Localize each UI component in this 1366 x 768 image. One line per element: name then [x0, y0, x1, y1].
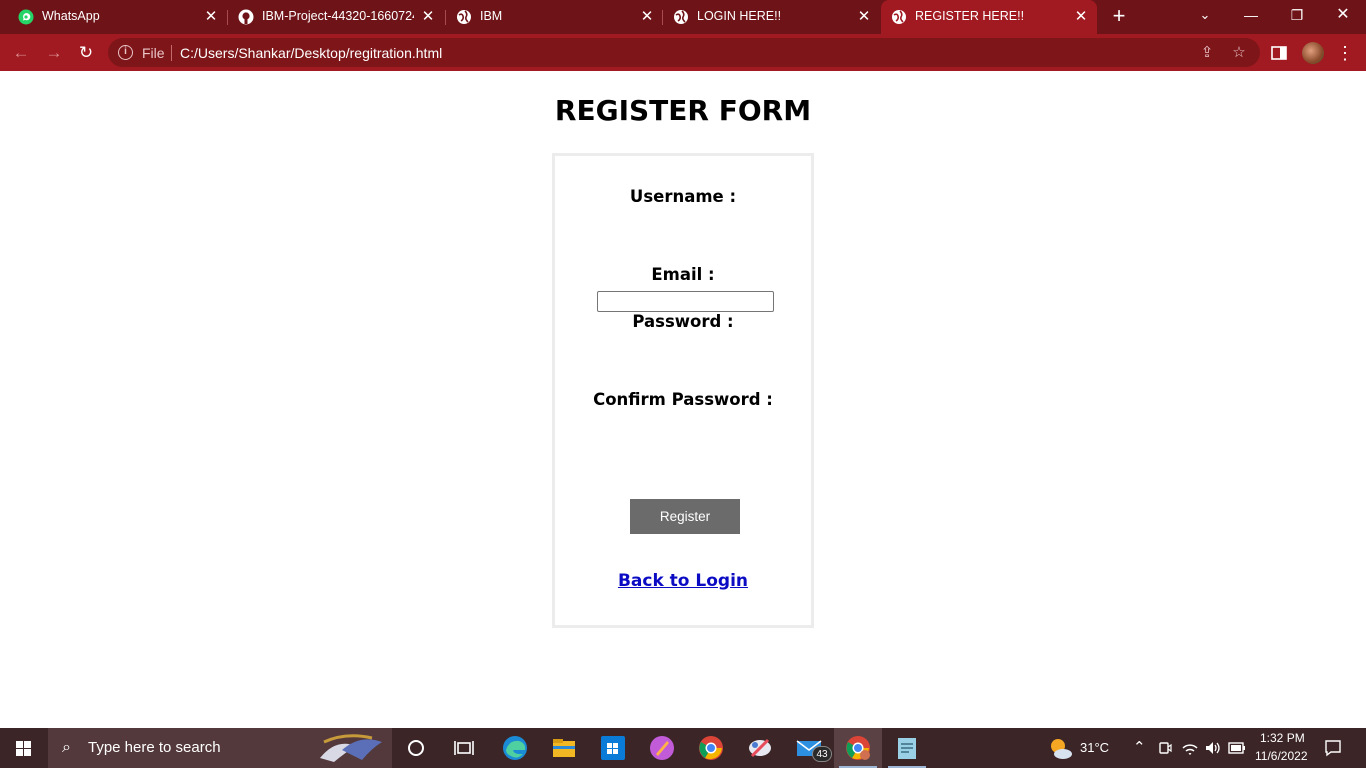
close-tab-icon[interactable]: ✕ [639, 9, 655, 25]
mail-unread-badge: 43 [812, 746, 832, 762]
reload-button[interactable]: ↻ [75, 42, 97, 64]
register-form: Username : Email : Password : Confirm Pa… [552, 153, 814, 628]
taskbar-search-box[interactable]: ⌕ Type here to search [48, 728, 392, 768]
globe-icon [457, 10, 471, 24]
password-label: Password : [632, 312, 734, 331]
tab-github[interactable]: IBM-Project-44320-16607240 ✕ [228, 0, 446, 34]
tab-title: REGISTER HERE!! [915, 9, 1025, 23]
search-icon: ⌕ [62, 739, 71, 756]
weather-sun-cloud-icon[interactable] [1048, 737, 1074, 761]
minimize-button[interactable]: — [1228, 0, 1274, 30]
browser-toolbar: ← → ↻ i File C:/Users/Shankar/Desktop/re… [0, 34, 1366, 71]
chevron-up-icon[interactable]: ⌃ [1133, 738, 1146, 756]
clock-time[interactable]: 1:32 PM [1260, 731, 1305, 745]
back-to-login-link[interactable]: Back to Login [555, 571, 811, 591]
tab-register[interactable]: REGISTER HERE!! ✕ [881, 0, 1097, 34]
tab-title: IBM [480, 9, 503, 23]
omnibox-divider [171, 45, 172, 61]
share-icon[interactable]: ⇪ [1198, 44, 1216, 62]
info-icon[interactable]: i [118, 45, 133, 60]
url-text[interactable]: C:/Users/Shankar/Desktop/regitration.htm… [180, 45, 442, 61]
cortana-icon[interactable] [406, 738, 426, 758]
notepad-icon[interactable] [893, 734, 921, 762]
username-label: Username : [629, 187, 737, 206]
tab-whatsapp[interactable]: WhatsApp ✕ [8, 0, 228, 34]
snipping-tool-icon[interactable] [746, 734, 774, 762]
register-button[interactable]: Register [630, 499, 740, 534]
close-window-button[interactable]: ✕ [1320, 0, 1366, 30]
tab-ibm[interactable]: IBM ✕ [446, 0, 663, 34]
search-placeholder: Type here to search [88, 739, 221, 756]
email-label: Email : [651, 265, 715, 284]
email-field[interactable] [597, 291, 774, 312]
windows-start-icon[interactable] [0, 728, 48, 768]
meet-now-icon[interactable] [1157, 740, 1173, 756]
tab-title: IBM-Project-44320-16607240 [262, 9, 414, 23]
address-bar[interactable]: i File C:/Users/Shankar/Desktop/regitrat… [108, 38, 1260, 67]
menu-kebab-icon[interactable]: ⋮ [1334, 42, 1356, 64]
weather-temperature[interactable]: 31°C [1080, 740, 1109, 755]
close-tab-icon[interactable]: ✕ [203, 9, 219, 25]
close-tab-icon[interactable]: ✕ [1073, 9, 1089, 25]
tab-title: LOGIN HERE!! [697, 9, 782, 23]
edge-icon[interactable] [501, 734, 529, 762]
profile-avatar[interactable] [1302, 42, 1324, 64]
clock-date[interactable]: 11/6/2022 [1255, 749, 1308, 763]
paint-app-icon[interactable] [648, 734, 676, 762]
new-tab-button[interactable]: + [1108, 5, 1130, 28]
close-tab-icon[interactable]: ✕ [420, 9, 436, 25]
forward-button[interactable]: → [43, 42, 65, 64]
back-button[interactable]: ← [10, 42, 32, 64]
scheme-label: File [142, 45, 165, 61]
bookmark-star-icon[interactable]: ☆ [1230, 44, 1248, 62]
restore-button[interactable]: ❐ [1274, 0, 1320, 30]
tab-search-icon[interactable]: ⌄ [1182, 0, 1228, 30]
globe-icon [892, 10, 906, 24]
wifi-icon[interactable] [1181, 740, 1199, 756]
whatsapp-icon [18, 9, 34, 25]
chrome-icon[interactable] [697, 734, 725, 762]
tab-title: WhatsApp [42, 9, 100, 23]
github-icon [238, 9, 254, 25]
notification-center-icon[interactable] [1324, 739, 1342, 757]
side-panel-icon[interactable] [1271, 45, 1287, 61]
microsoft-store-icon[interactable] [599, 734, 627, 762]
tab-strip: WhatsApp ✕ IBM-Project-44320-16607240 ✕ … [0, 0, 1366, 34]
close-tab-icon[interactable]: ✕ [856, 9, 872, 25]
chrome-profile-icon[interactable] [844, 734, 872, 762]
battery-icon[interactable] [1228, 741, 1246, 755]
volume-icon[interactable] [1204, 740, 1222, 756]
file-explorer-icon[interactable] [550, 734, 578, 762]
confirm-password-label: Confirm Password : [593, 390, 773, 409]
task-view-icon[interactable] [454, 738, 474, 758]
tab-login[interactable]: LOGIN HERE!! ✕ [663, 0, 881, 34]
globe-icon [674, 10, 688, 24]
page-title: REGISTER FORM [554, 94, 812, 127]
windows-taskbar: ⌕ Type here to search 43 31°C ⌃ 1:32 PM … [0, 728, 1366, 768]
search-highlight-illustration-icon [320, 734, 382, 762]
